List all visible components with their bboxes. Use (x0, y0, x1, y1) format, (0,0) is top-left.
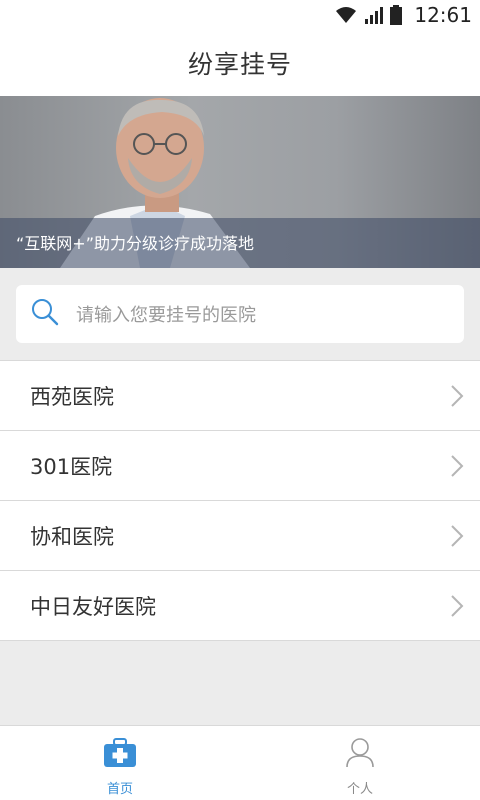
title-bar: 纷享挂号 (0, 30, 480, 96)
list-item[interactable]: 西苑医院 (0, 361, 480, 431)
tab-home[interactable]: 首页 (0, 726, 240, 800)
list-item[interactable]: 301医院 (0, 431, 480, 501)
chevron-right-icon (450, 594, 464, 618)
hospital-name: 协和医院 (30, 524, 114, 549)
hospital-list: 西苑医院 301医院 协和医院 中日友好医院 (0, 360, 480, 641)
chevron-right-icon (450, 384, 464, 408)
hospital-name: 中日友好医院 (30, 594, 156, 619)
search-placeholder: 请输入您要挂号的医院 (76, 305, 256, 326)
hospital-name: 301医院 (30, 454, 113, 479)
status-time: 12:61 (414, 3, 472, 27)
search-section: 请输入您要挂号的医院 (0, 268, 480, 360)
hospital-name: 西苑医院 (30, 384, 114, 409)
search-input[interactable]: 请输入您要挂号的医院 (16, 285, 464, 343)
list-item[interactable]: 协和医院 (0, 501, 480, 571)
tab-personal-label: 个人 (346, 782, 373, 797)
person-icon (344, 738, 376, 772)
medical-kit-icon (102, 738, 138, 772)
page-title: 纷享挂号 (187, 50, 292, 79)
banner-caption: “互联网+”助力分级诊疗成功落地 (16, 234, 254, 253)
tab-personal[interactable]: 个人 (240, 726, 480, 800)
tab-home-label: 首页 (106, 782, 133, 797)
list-item[interactable]: 中日友好医院 (0, 571, 480, 641)
signal-icon (364, 5, 384, 25)
status-bar: 12:61 (0, 0, 480, 30)
chevron-right-icon (450, 454, 464, 478)
bottom-nav: 首页 个人 (0, 725, 480, 800)
battery-icon (390, 5, 403, 25)
wifi-icon (334, 5, 358, 25)
chevron-right-icon (450, 524, 464, 548)
search-icon (30, 297, 76, 331)
banner[interactable]: “互联网+”助力分级诊疗成功落地 (0, 96, 480, 268)
